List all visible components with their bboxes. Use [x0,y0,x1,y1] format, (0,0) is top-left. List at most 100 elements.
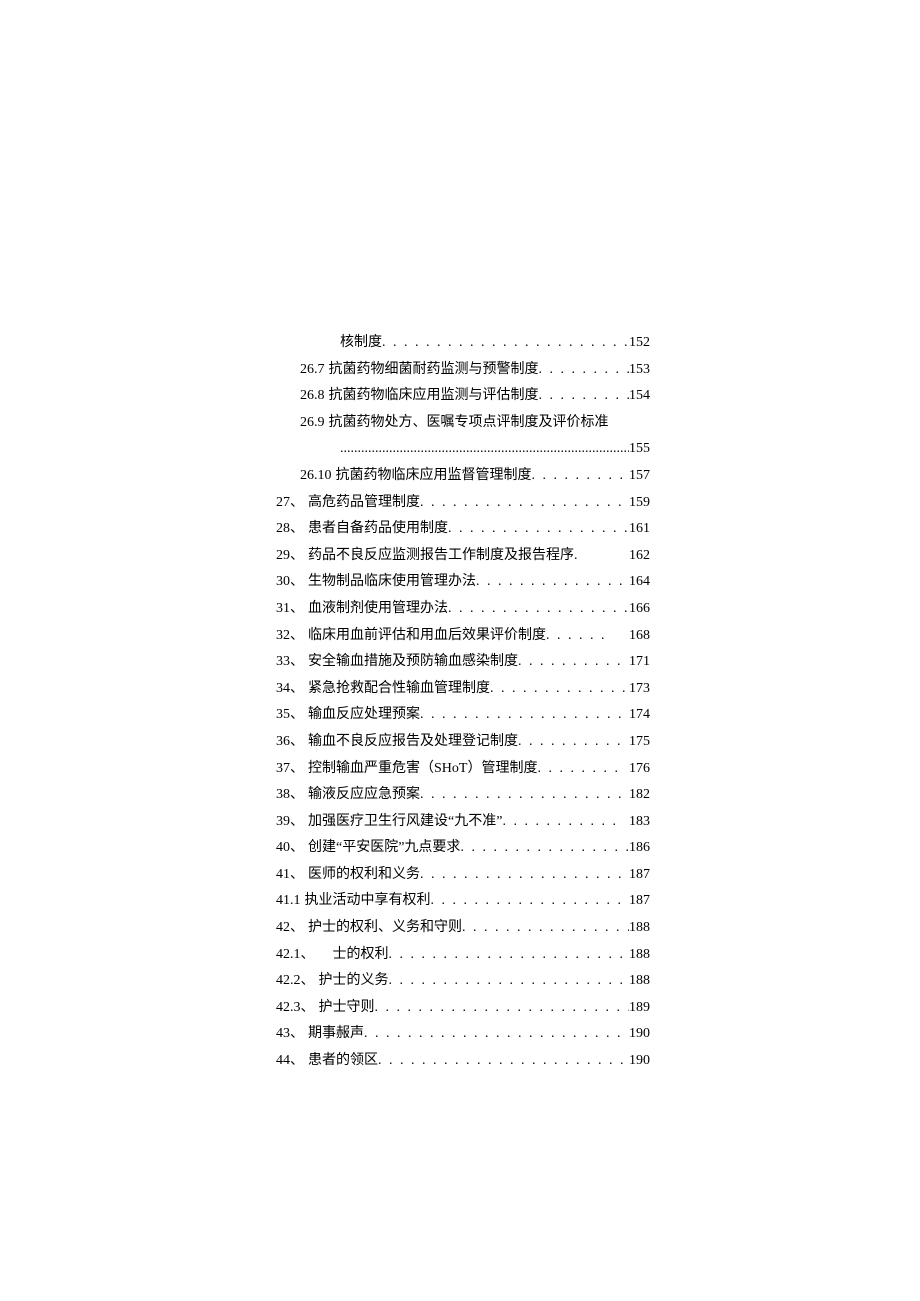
toc-entry-title: 控制输血严重危害（SHoT）管理制度 [308,756,537,783]
toc-entry-page: 168 [629,623,650,650]
toc-leader-dots: . . . . . . . . . . . . . . . . . . [462,915,629,942]
toc-leader-dots: ........................................… [340,436,629,463]
toc-entry-title: 生物制品临床使用管理办法 [308,569,476,596]
toc-entry-page: 190 [629,1021,650,1048]
toc-entry: 26.10抗菌药物临床应用监督管理制度. . . . . . . . . .15… [276,463,650,490]
toc-entry-page: 186 [629,835,650,862]
toc-entry-number: 30、 [276,569,304,596]
toc-entry-title: 抗菌药物临床应用监督管理制度 [336,463,532,490]
toc-leader-dots: . . . . . . . . [537,756,629,783]
toc-entry-page: 162 [629,543,650,570]
toc-entry-title: 抗菌药物细菌耐药监测与预警制度 [329,357,539,384]
toc-entry: 27、高危药品管理制度. . . . . . . . . . . . . . .… [276,490,650,517]
toc-entry-title: 高危药品管理制度 [308,490,420,517]
toc-entry: 29、药品不良反应监测报告工作制度及报告程序.162 [276,543,650,570]
toc-leader-dots: . . . . . . . . . . . . . . . . [460,835,629,862]
toc-leader-dots: . . . . . . . . . . . [518,729,629,756]
toc-leader-dots: . . . . . . . . . . . . . . . . . . . . [448,596,629,623]
toc-entry-page: 152 [629,330,650,357]
toc-entry: 34、紧急抢救配合性输血管理制度. . . . . . . . . . . . … [276,676,650,703]
toc-leader-dots: . . . . . . . . . . . . . . . . . . . . … [420,702,629,729]
toc-entry-number: 44、 [276,1048,304,1075]
toc-entry-number: 42.1、 [276,942,315,969]
toc-entry-number: 35、 [276,702,304,729]
toc-leader-dots: . . . . . . . . . . . . . . . . . . . . … [420,862,629,889]
toc-entry-number: 26.7 [300,357,325,384]
toc-entry-title: 抗菌药物临床应用监测与评估制度 [329,383,539,410]
toc-entry-number: 31、 [276,596,304,623]
toc-entry-title: 创建“平安医院”九点要求 [308,835,460,862]
toc-leader-dots: . . . . . . . . . [539,357,630,384]
toc-entry: 44、患者的领区. . . . . . . . . . . . . . . . … [276,1048,650,1075]
toc-entry-title: 血液制剂使用管理办法 [308,596,448,623]
toc-entry-page: 187 [629,888,650,915]
toc-entry-page: 188 [629,968,650,995]
toc-leader-dots: . . . . . . . . . . . . . . . . . . . . … [364,1021,629,1048]
toc-leader-dots: . . . . . . . . . . . . . . . . . . . . … [389,942,630,969]
toc-entry-number: 43、 [276,1021,304,1048]
toc-entry-page: 188 [629,942,650,969]
toc-entry-title: 患者自备药品使用制度 [308,516,448,543]
toc-leader-dots: . . . . . . . . . . . . . . . . . . . . … [389,968,630,995]
toc-entry: 31、血液制剂使用管理办法. . . . . . . . . . . . . .… [276,596,650,623]
toc-entry-page: 174 [629,702,650,729]
toc-leader-dots: . . . . . . [546,623,629,650]
toc-entry: 42.2、护士的义务. . . . . . . . . . . . . . . … [276,968,650,995]
toc-entry: 35、输血反应处理预案. . . . . . . . . . . . . . .… [276,702,650,729]
toc-entry-title: 患者的领区 [308,1048,378,1075]
toc-leader-dots: . . . . . . . . . [539,383,630,410]
toc-entry-title: 紧急抢救配合性输血管理制度 [308,676,490,703]
toc-entry-number: 41.1 [276,888,301,915]
toc-leader-dots: . . . . . . . . . . . . . . . . . . . . [448,516,629,543]
toc-entry-page: 157 [629,463,650,490]
toc-entry: 43、期事赧声. . . . . . . . . . . . . . . . .… [276,1021,650,1048]
toc-entry-number: 42、 [276,915,304,942]
toc-entry-number: 40、 [276,835,304,862]
toc-entry: 30、生物制品临床使用管理办法. . . . . . . . . . . . .… [276,569,650,596]
toc-entry-page: 190 [629,1048,650,1075]
toc-entry: 41.1执业活动中享有权利 . . . . . . . . . . . . . … [276,888,650,915]
toc-entry-page: 166 [629,596,650,623]
toc-entry-title: 加强医疗卫生行风建设“九不准” [308,809,502,836]
toc-leader-dots: . . . . . . . . . . . [518,649,629,676]
toc-entry-title: 核制度 [340,330,382,357]
toc-entry-number: 34、 [276,676,304,703]
toc-entry-page: 189 [629,995,650,1022]
toc-entry: 42.1、 士的权利. . . . . . . . . . . . . . . … [276,942,650,969]
toc-leader-dots: . . . . . . . . . . . . . . . . . . . . … [375,995,630,1022]
toc-entry: 42.3、护士守则. . . . . . . . . . . . . . . .… [276,995,650,1022]
table-of-contents: 核制度. . . . . . . . . . . . . . . . . . .… [276,330,650,1075]
toc-entry-number: 37、 [276,756,304,783]
toc-entry-number: 26.10 [300,463,332,490]
toc-entry-number: 29、 [276,543,304,570]
toc-entry-number: 42.3、 [276,995,315,1022]
toc-entry: 41、医师的权利和义务. . . . . . . . . . . . . . .… [276,862,650,889]
toc-leader-dots: . [574,543,629,570]
toc-entry-page: 183 [629,809,650,836]
toc-entry-number: 42.2、 [276,968,315,995]
toc-entry: 32、临床用血前评估和用血后效果评价制度 . . . . . .168 [276,623,650,650]
toc-entry-page: 187 [629,862,650,889]
document-page: 核制度. . . . . . . . . . . . . . . . . . .… [0,0,920,1301]
toc-entry-title: 输液反应应急预案 [308,782,420,809]
toc-entry-page: 173 [629,676,650,703]
toc-entry-page: 164 [629,569,650,596]
toc-leader-dots: . . . . . . . . . . . . . . . . . . . . … [382,330,629,357]
toc-entry-title: 安全输血措施及预防输血感染制度 [308,649,518,676]
toc-entry-title: 期事赧声 [308,1021,364,1048]
toc-entry-number: 36、 [276,729,304,756]
toc-leader-dots: . . . . . . . . . . . . . . . . . . . . … [420,782,629,809]
toc-entry-number: 27、 [276,490,304,517]
toc-entry: 36、输血不良反应报告及处理登记制度. . . . . . . . . . .1… [276,729,650,756]
toc-entry-number: 26.9 [300,410,325,437]
toc-entry-page: 176 [629,756,650,783]
toc-entry-title: 护士的权利、义务和守则 [308,915,462,942]
toc-entry-title: 护士守则 [319,995,375,1022]
toc-leader-dots: . . . . . . . . . . . [502,809,629,836]
toc-entry-title: 执业活动中享有权利 [305,888,431,915]
toc-entry-title: 临床用血前评估和用血后效果评价制度 [308,623,546,650]
toc-entry: 26.7抗菌药物细菌耐药监测与预警制度. . . . . . . . .153 [276,357,650,384]
toc-entry-page: 155 [629,436,650,463]
toc-entry: ........................................… [276,436,650,463]
toc-entry: 28、患者自备药品使用制度. . . . . . . . . . . . . .… [276,516,650,543]
